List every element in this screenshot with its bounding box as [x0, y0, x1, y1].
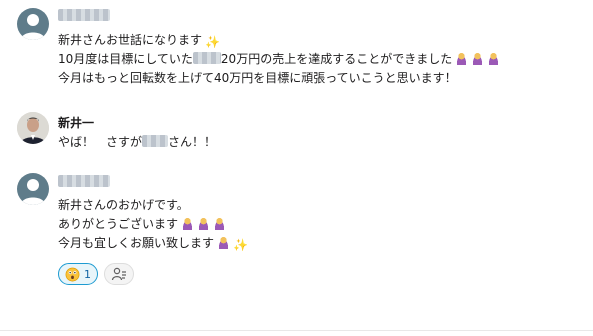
message-text: 新井さんのおかげです。 [58, 198, 189, 212]
message-line: 今月はもっと回転数を上げて40万円を目標に頑張っていこうと思います！ [58, 70, 457, 86]
surprised-face-icon [65, 267, 80, 281]
message-line: やば！ さすが さん！！ [58, 134, 216, 150]
redacted-name-blur [58, 175, 110, 187]
sender-name-redacted[interactable] [58, 174, 110, 190]
message-line: 新井さんお世話になります ✨ [58, 32, 220, 49]
redacted-name-blur [58, 9, 110, 21]
message-text: 今月はもっと回転数を上げて40万円を目標に頑張っていこうと思います！ [58, 71, 457, 85]
message-text: 10月度は目標にしていた [58, 52, 193, 66]
message-text: さん！！ [168, 135, 217, 149]
default-avatar-icon[interactable] [17, 8, 49, 40]
redacted-text-blur [192, 52, 221, 64]
person-bowing-icon [455, 52, 469, 65]
message-text: やば！ さすが [58, 135, 143, 149]
message-text: ありがとうございます [58, 217, 179, 231]
person-bowing-icon [471, 52, 485, 65]
message-text: 今月も宜しくお願い致します [58, 236, 215, 250]
person-bowing-icon [181, 217, 195, 230]
person-bowing-icon [197, 217, 211, 230]
divider [0, 330, 593, 331]
sender-name[interactable]: 新井一 [58, 115, 94, 131]
user-avatar[interactable] [17, 112, 49, 144]
message-line: 10月度は目標にしていた 20万円の売上を達成することができました [58, 51, 501, 67]
message-line: 今月も宜しくお願い致します ✨ [58, 235, 248, 252]
reaction-pill[interactable]: 1 [58, 263, 98, 285]
reactions-bar: 1 [58, 263, 134, 285]
reaction-count: 1 [84, 267, 91, 281]
message-text: 20万円の売上を達成することができました [220, 52, 453, 66]
add-reaction-button[interactable] [104, 263, 134, 285]
redacted-text-blur [142, 135, 169, 147]
message-text: 新井さんお世話になります [58, 33, 203, 47]
message-line: 新井さんのおかげです。 [58, 197, 189, 213]
person-bowing-icon [213, 217, 227, 230]
default-avatar-icon[interactable] [17, 173, 49, 205]
message-line: ありがとうございます [58, 216, 227, 232]
sender-name-redacted[interactable] [58, 8, 110, 24]
person-bowing-icon [217, 236, 231, 249]
sparkles-icon: ✨ [205, 35, 220, 49]
sparkles-icon: ✨ [233, 238, 248, 252]
person-bowing-icon [487, 52, 501, 65]
add-reaction-icon [111, 267, 126, 281]
